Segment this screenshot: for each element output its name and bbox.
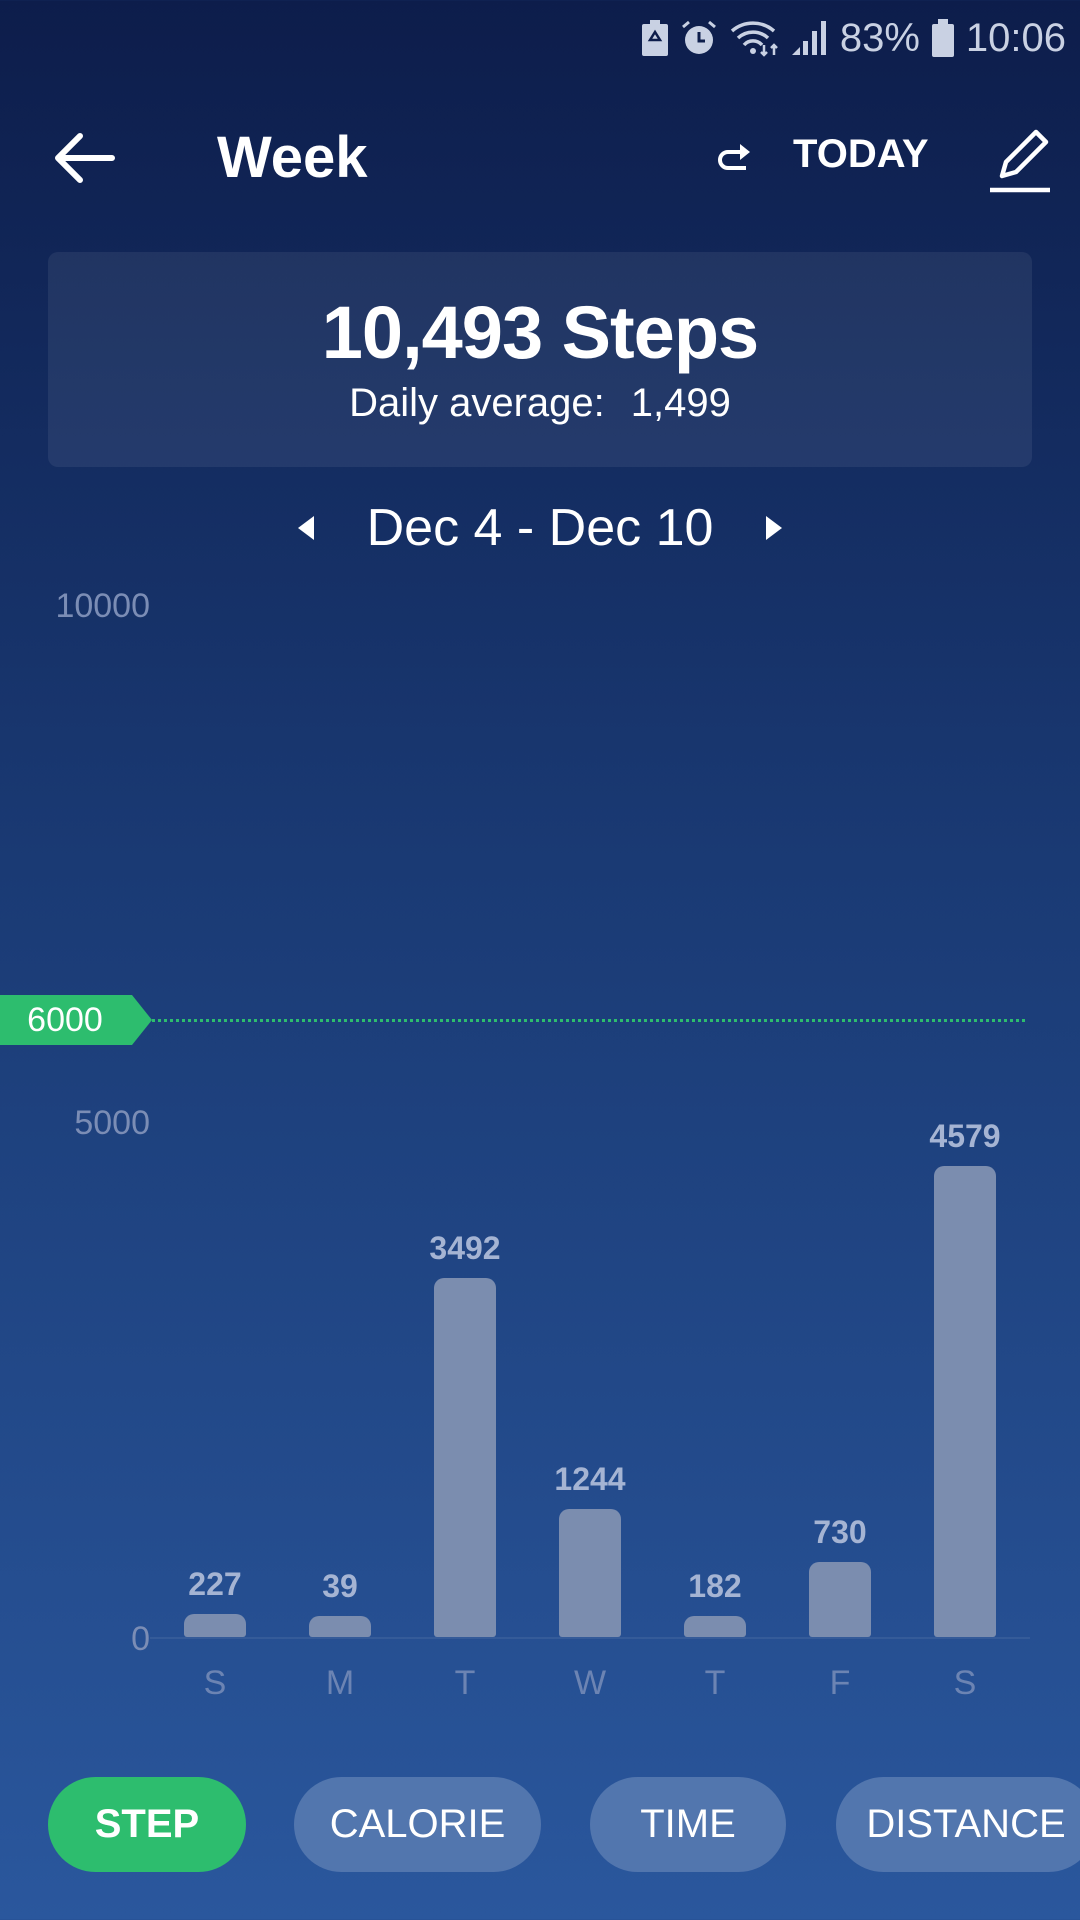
day-label: T [454, 1664, 476, 1702]
bar-6[interactable] [934, 1166, 996, 1637]
day-label: S [203, 1664, 227, 1702]
alarm-icon [681, 20, 716, 54]
value-label: 730 [813, 1513, 867, 1550]
value-label: 227 [188, 1565, 242, 1602]
value-label: 3492 [429, 1230, 501, 1267]
date-navigator: Dec 4 - Dec 10 [0, 492, 1080, 564]
day-label: T [704, 1664, 726, 1702]
bar-2[interactable] [434, 1278, 496, 1637]
x-axis-baseline [150, 1637, 1030, 1639]
status-bar: 83% 10:06 [520, 0, 1080, 76]
tab-distance[interactable]: DISTANCE [836, 1777, 1080, 1872]
value-label: 1244 [554, 1461, 626, 1498]
signal-icon [791, 21, 826, 55]
bar-5[interactable] [809, 1561, 871, 1637]
y-tick-10000: 10000 [55, 587, 150, 625]
today-button[interactable]: TODAY [793, 132, 929, 177]
bar-0[interactable] [184, 1613, 246, 1637]
tab-time[interactable]: TIME [590, 1777, 786, 1872]
goal-label: 6000 [27, 1001, 103, 1040]
header: Week TODAY [0, 110, 1080, 205]
back-arrow-icon[interactable] [50, 130, 120, 186]
next-week-icon[interactable] [756, 510, 790, 546]
value-label: 182 [688, 1568, 742, 1604]
day-label: M [325, 1664, 355, 1702]
bar-1[interactable] [309, 1616, 371, 1637]
y-tick-0: 0 [131, 1620, 150, 1658]
day-label: F [829, 1664, 851, 1702]
goal-line [152, 1019, 1025, 1023]
total-steps: 10,493 Steps [321, 291, 759, 374]
value-label: 39 [322, 1568, 358, 1604]
battery-percent: 83% [839, 15, 920, 60]
day-label: S [953, 1664, 977, 1702]
previous-week-icon[interactable] [290, 510, 324, 546]
bar-4[interactable] [684, 1616, 746, 1637]
tab-calorie[interactable]: CALORIE [294, 1777, 541, 1872]
edit-icon[interactable] [988, 124, 1052, 194]
y-tick-5000: 5000 [74, 1104, 150, 1142]
day-label: W [573, 1664, 607, 1702]
date-range: Dec 4 - Dec 10 [366, 499, 714, 557]
refresh-icon[interactable] [716, 140, 756, 176]
summary-card: 10,493 Steps Daily average: 1,499 [48, 252, 1032, 467]
wifi-icon [730, 21, 778, 57]
daily-average-label: Daily average: [349, 381, 605, 425]
daily-average-value: 1,499 [630, 381, 731, 425]
value-label: 4579 [929, 1118, 1001, 1155]
battery-icon [931, 19, 954, 57]
page-title: Week [217, 125, 368, 190]
bar-3[interactable] [559, 1509, 621, 1637]
clock: 10:06 [965, 15, 1066, 60]
daily-average: Daily average: 1,499 [48, 381, 1032, 426]
tab-step[interactable]: STEP [48, 1777, 246, 1872]
battery-saver-icon [641, 20, 668, 56]
